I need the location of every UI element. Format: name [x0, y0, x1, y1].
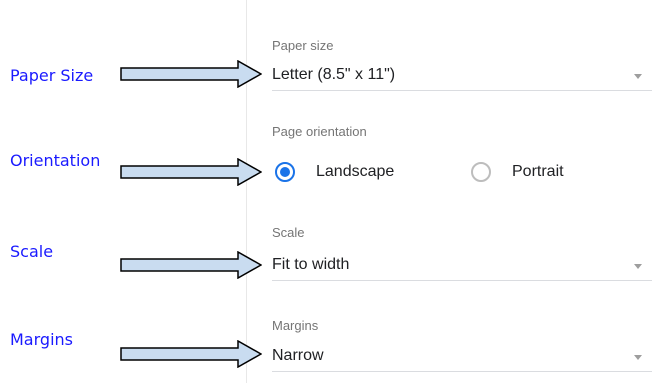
annotation-paper-size: Paper Size [10, 66, 94, 85]
caret-down-icon [634, 74, 642, 79]
right-arrow-icon [120, 60, 262, 88]
paper-size-label: Paper size [272, 38, 334, 53]
landscape-label[interactable]: Landscape [316, 162, 394, 182]
margins-label: Margins [272, 318, 319, 333]
right-arrow-icon [120, 340, 262, 368]
scale-select[interactable]: Fit to width [272, 252, 652, 281]
orientation-label: Page orientation [272, 124, 367, 139]
landscape-radio[interactable] [275, 162, 295, 182]
annotation-margins: Margins [10, 330, 73, 349]
annotation-scale: Scale [10, 242, 54, 261]
portrait-radio[interactable] [471, 162, 491, 182]
panel-divider [246, 0, 247, 383]
scale-value: Fit to width [272, 256, 350, 273]
caret-down-icon [634, 355, 642, 360]
paper-size-select[interactable]: Letter (8.5" x 11") [272, 62, 652, 91]
right-arrow-icon [120, 158, 262, 186]
scale-label: Scale [272, 225, 305, 240]
paper-size-value: Letter (8.5" x 11") [272, 66, 396, 83]
margins-select[interactable]: Narrow [272, 343, 652, 372]
margins-value: Narrow [272, 347, 324, 364]
portrait-label[interactable]: Portrait [512, 162, 564, 182]
caret-down-icon [634, 264, 642, 269]
annotation-orientation: Orientation [10, 151, 101, 170]
right-arrow-icon [120, 251, 262, 279]
